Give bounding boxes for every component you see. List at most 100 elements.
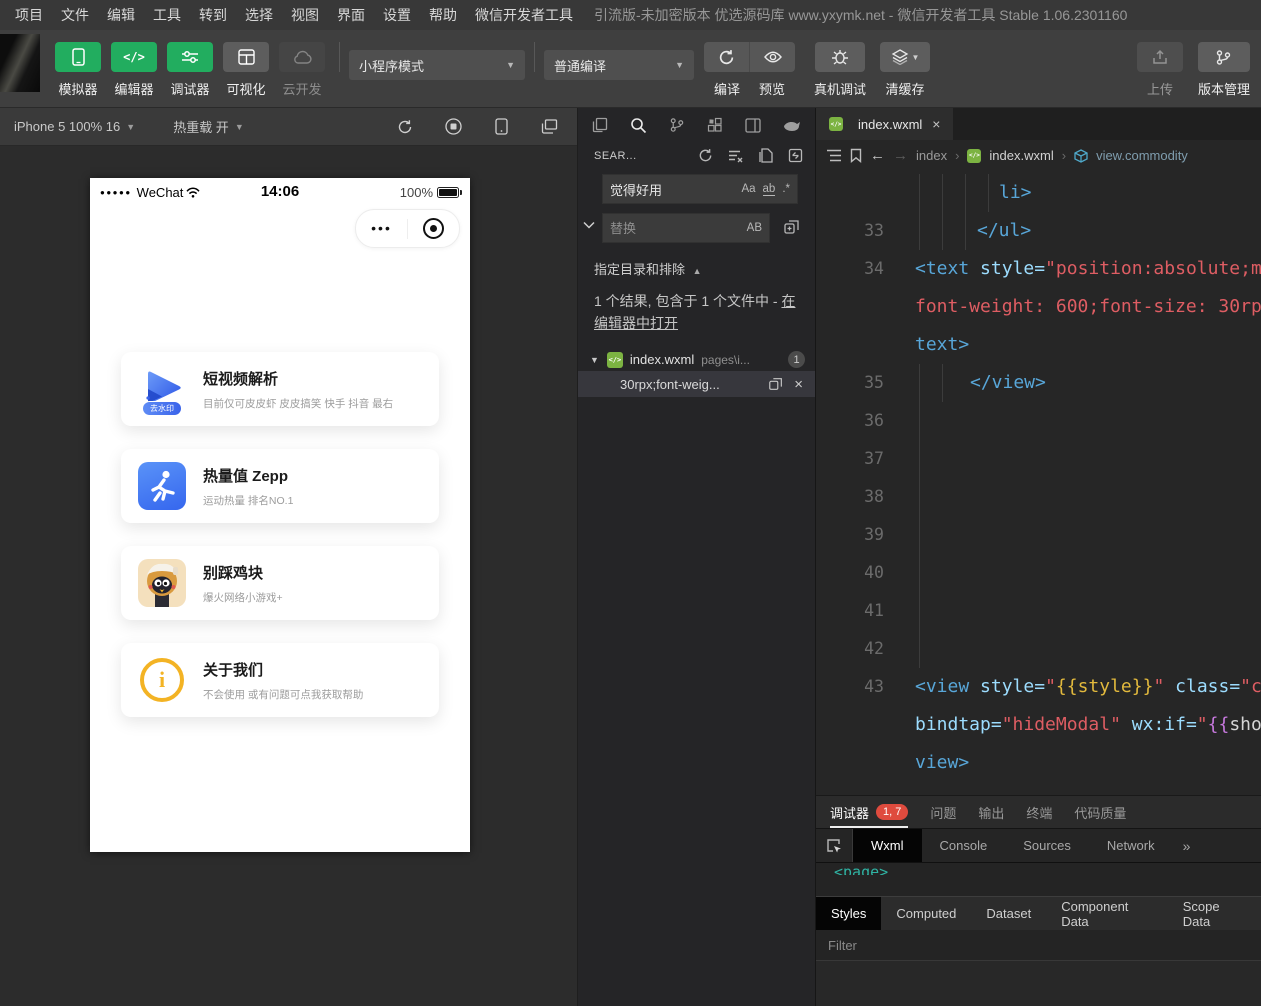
menu-item-7[interactable]: 界面 — [328, 5, 374, 25]
cloud-dev-button-group: 云开发 — [279, 42, 325, 98]
app-card-2[interactable]: 别踩鸡块爆火网络小游戏+ — [121, 546, 439, 620]
card-title: 别踩鸡块 — [203, 562, 283, 583]
editor-button[interactable]: </> — [111, 42, 157, 72]
styles-tab-styles[interactable]: Styles — [816, 897, 881, 930]
version-control-button[interactable] — [1198, 42, 1250, 72]
code-line-34: 34<text style="position:absolute;ma — [816, 250, 1261, 288]
clear-cache-button[interactable]: ▼ — [880, 42, 930, 72]
extensions-button[interactable] — [707, 117, 723, 133]
user-avatar[interactable] — [0, 34, 40, 92]
menu-item-4[interactable]: 转到 — [190, 5, 236, 25]
dismiss-match-button[interactable]: × — [794, 376, 803, 393]
breadcrumb-node[interactable]: view.commodity — [1096, 148, 1188, 163]
styles-tab-component-data[interactable]: Component Data — [1046, 897, 1168, 930]
breadcrumb-folder[interactable]: index — [916, 148, 947, 163]
chevron-down-icon[interactable] — [583, 221, 595, 229]
app-card-3[interactable]: i关于我们不会使用 或有问题可点我获取帮助 — [121, 643, 439, 717]
styles-tab-scope-data[interactable]: Scope Data — [1168, 897, 1261, 930]
compile-button[interactable] — [704, 42, 749, 72]
whole-word-toggle[interactable]: ab — [763, 183, 776, 196]
regex-toggle[interactable]: .* — [782, 183, 790, 195]
menu-item-8[interactable]: 设置 — [374, 5, 420, 25]
app-card-1[interactable]: 热量值 Zepp运动热量 排名NO.1 — [121, 449, 439, 523]
clear-results-button[interactable] — [728, 149, 744, 163]
refresh-search-button[interactable] — [698, 148, 713, 163]
search-button[interactable] — [630, 117, 647, 134]
explorer-button[interactable] — [592, 117, 608, 133]
bookmark-icon[interactable] — [850, 148, 862, 163]
compile-mode-select[interactable]: 普通编译 ▼ — [544, 50, 694, 80]
source-control-button[interactable] — [669, 117, 685, 133]
styles-filter-input[interactable] — [826, 937, 1251, 954]
record-button[interactable] — [429, 118, 477, 135]
device-selector[interactable]: iPhone 5 100% 16 ▼ — [6, 119, 143, 134]
restart-button[interactable] — [381, 119, 429, 135]
close-icon[interactable]: × — [932, 116, 940, 132]
files-to-include-toggle[interactable]: 指定目录和排除 ▲ — [594, 259, 815, 278]
replace-match-button[interactable] — [768, 376, 784, 392]
menu-item-3[interactable]: 工具 — [144, 5, 190, 25]
styles-tab-computed[interactable]: Computed — [881, 897, 971, 930]
inspect-element-button[interactable] — [816, 829, 853, 862]
preview-button[interactable] — [749, 42, 795, 72]
devtools-tab-console[interactable]: Console — [922, 829, 1006, 862]
line-number: 39 — [816, 516, 884, 554]
outline-icon[interactable] — [826, 149, 842, 162]
app-card-0[interactable]: 去水印短视频解析目前仅可皮皮虾 皮皮搞笑 快手 抖音 最右 — [121, 352, 439, 426]
collapse-results-button[interactable] — [788, 148, 803, 163]
editor-layout-button[interactable] — [745, 118, 761, 133]
open-search-editor-button[interactable] — [759, 148, 773, 163]
detach-window-button[interactable] — [525, 119, 573, 134]
debugger-tab-2[interactable]: 输出 — [978, 796, 1004, 828]
devtools-tab-sources[interactable]: Sources — [1005, 829, 1089, 862]
miniprogram-capsule: ••• — [355, 209, 460, 248]
debugger-tab-4[interactable]: 代码质量 — [1074, 796, 1126, 828]
styles-panel-body — [816, 961, 1261, 1006]
debugger-tab-0[interactable]: 调试器1, 7 — [830, 796, 908, 828]
editor-button-label: 编辑器 — [114, 79, 153, 98]
navigate-forward-icon[interactable]: → — [893, 147, 908, 164]
mode-select[interactable]: 小程序模式 ▼ — [349, 50, 525, 80]
devtools-tab-wxml[interactable]: Wxml — [853, 829, 922, 862]
hot-reload-toggle[interactable]: 热重载 开 ▼ — [165, 117, 252, 136]
code-editor[interactable]: li>33</ul>34<text style="position:absolu… — [816, 171, 1261, 795]
visualizer-button-group: 可视化 — [223, 42, 269, 98]
menu-item-1[interactable]: 文件 — [52, 5, 98, 25]
breadcrumb-file[interactable]: index.wxml — [989, 148, 1053, 163]
upload-button[interactable] — [1137, 42, 1183, 72]
menu-item-9[interactable]: 帮助 — [420, 5, 466, 25]
device-frame-button[interactable] — [477, 118, 525, 135]
replace-input[interactable] — [610, 221, 740, 236]
more-tabs-button[interactable]: » — [1173, 829, 1201, 862]
visualizer-button[interactable] — [223, 42, 269, 72]
close-miniprogram-button[interactable] — [408, 218, 459, 239]
styles-tab-dataset[interactable]: Dataset — [971, 897, 1046, 930]
result-match-row[interactable]: 30rpx;font-weig... × — [578, 371, 815, 397]
menu-item-5[interactable]: 选择 — [236, 5, 282, 25]
more-menu-button[interactable]: ••• — [356, 220, 407, 238]
upload-label: 上传 — [1147, 79, 1173, 98]
game-icon — [138, 559, 186, 607]
indent-guide — [919, 440, 920, 478]
whale-icon[interactable] — [783, 118, 801, 132]
navigate-back-icon[interactable]: ← — [870, 147, 885, 164]
wxml-page-node[interactable]: <page> — [816, 863, 1261, 875]
menu-item-6[interactable]: 视图 — [282, 5, 328, 25]
code-line-39: 39 — [816, 516, 1261, 554]
match-case-toggle[interactable]: Aa — [741, 183, 755, 195]
remote-debug-button[interactable] — [815, 42, 865, 72]
devtools-tab-network[interactable]: Network — [1089, 829, 1173, 862]
debugger-button[interactable] — [167, 42, 213, 72]
tab-index-wxml[interactable]: </> index.wxml × — [816, 108, 953, 140]
result-file-row[interactable]: ▼ </> index.wxml pages\i... 1 — [578, 348, 815, 371]
preserve-case-toggle[interactable]: AB — [747, 222, 762, 234]
menu-item-0[interactable]: 项目 — [6, 5, 52, 25]
debugger-tab-1[interactable]: 问题 — [930, 796, 956, 828]
replace-all-button[interactable] — [783, 218, 801, 236]
simulator-button[interactable] — [55, 42, 101, 72]
search-input[interactable] — [610, 182, 734, 197]
debugger-tab-3[interactable]: 终端 — [1026, 796, 1052, 828]
menu-item-2[interactable]: 编辑 — [98, 5, 144, 25]
menu-item-10[interactable]: 微信开发者工具 — [466, 5, 582, 25]
indent-guide — [919, 630, 920, 668]
